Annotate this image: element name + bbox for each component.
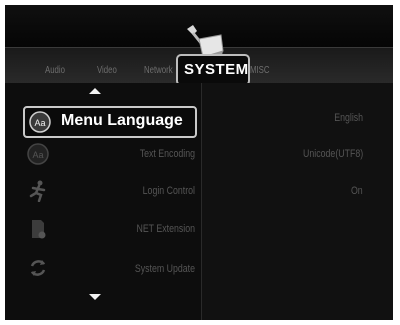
tab-video[interactable]: Video bbox=[97, 65, 117, 76]
setting-row-menu-language[interactable]: Aa Menu Language bbox=[23, 106, 197, 138]
settings-screen: Audio Video Network MISC SYSTEM Aa Menu … bbox=[5, 5, 393, 320]
scroll-up-icon[interactable] bbox=[89, 88, 101, 94]
text-encoding-icon: Aa bbox=[27, 143, 49, 165]
tab-network[interactable]: Network bbox=[144, 65, 173, 76]
setting-label-text-encoding[interactable]: Text Encoding bbox=[99, 148, 195, 160]
svg-text:Aa: Aa bbox=[34, 118, 45, 128]
sd-card-icon bbox=[32, 220, 46, 239]
svg-text:Aa: Aa bbox=[32, 150, 43, 160]
tab-misc[interactable]: MISC bbox=[250, 65, 270, 76]
tab-system-label: SYSTEM bbox=[184, 61, 249, 78]
setting-value-login-control: On bbox=[351, 185, 363, 197]
settings-values bbox=[202, 83, 393, 320]
running-man-icon bbox=[29, 180, 46, 202]
setting-value-text-encoding: Unicode(UTF8) bbox=[302, 148, 363, 160]
setting-label-login-control[interactable]: Login Control bbox=[99, 185, 195, 197]
setting-label-system-update[interactable]: System Update bbox=[99, 263, 195, 275]
tab-system[interactable]: SYSTEM bbox=[176, 54, 250, 86]
setting-value-menu-language: English bbox=[334, 112, 363, 124]
refresh-icon bbox=[30, 260, 46, 276]
scroll-down-icon[interactable] bbox=[89, 294, 101, 300]
language-icon: Aa bbox=[29, 111, 51, 133]
setting-label-net-extension[interactable]: NET Extension bbox=[99, 223, 195, 235]
setting-label: Menu Language bbox=[61, 112, 183, 129]
tab-audio[interactable]: Audio bbox=[45, 65, 65, 76]
